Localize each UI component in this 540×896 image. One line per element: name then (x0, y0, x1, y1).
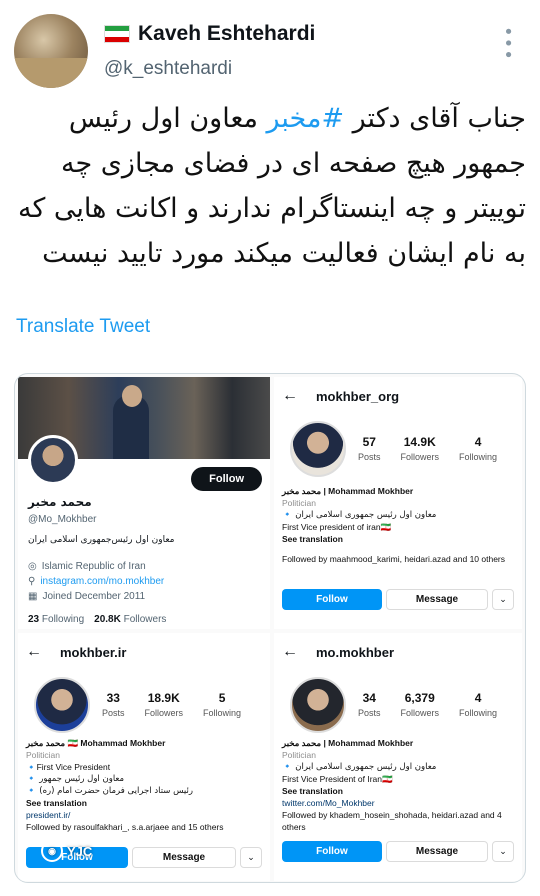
ig-username: mokhber.ir (60, 644, 127, 660)
link-icon: ⚲ (28, 576, 36, 587)
ig-header: ← mo.mokhber (282, 643, 394, 661)
ig-avatar (290, 677, 346, 733)
profile-link: ⚲ instagram.com/mo.mokhber (28, 576, 165, 587)
ig-header: ← mokhber_org (282, 387, 399, 405)
profile-bio: معاون اول رئیس‌جمهوری اسلامی ایران (28, 535, 175, 545)
more-vertical-icon[interactable]: ••• (497, 26, 518, 61)
profile-counts: 23 Following 20.8K Followers (28, 614, 167, 625)
ig-follow-button: Follow (282, 841, 382, 862)
profile-name: محمد مخبر (28, 495, 92, 509)
ig-avatar (34, 677, 90, 733)
author-avatar[interactable] (14, 14, 88, 88)
ig-message-button: Message (386, 841, 488, 862)
location-icon: ◎ (28, 561, 37, 572)
hashtag-link[interactable]: #مخبر (267, 103, 345, 134)
ig-username: mo.mokhber (316, 644, 395, 660)
ig-actions: Follow Message ⌄ (282, 841, 514, 862)
back-arrow-icon: ← (282, 643, 298, 660)
profile-avatar (28, 435, 78, 485)
ig-stats: 57 Posts 14.9K Followers 4 Following (358, 435, 498, 462)
ig-username: mokhber_org (316, 388, 400, 404)
follow-button: Follow (191, 467, 262, 491)
ig-stats: 33 Posts 18.9K Followers 5 Following (102, 691, 242, 718)
ig-header: ← mokhber.ir (26, 643, 126, 661)
twitter-profile-screenshot: Follow محمد مخبر @Mo_Mokhber معاون اول ر… (18, 377, 270, 629)
chevron-down-icon: ⌄ (492, 841, 514, 862)
tweet-text: جناب آقای دکتر #مخبر معاون اول رئیس جمهو… (17, 103, 526, 269)
calendar-icon: ▦ (28, 591, 38, 602)
back-arrow-icon: ← (26, 643, 42, 660)
yjc-watermark-logo: ◉ YJC (41, 840, 92, 862)
chevron-down-icon: ⌄ (492, 589, 514, 610)
instagram-profile-screenshot: ← mo.mokhber 34 Posts 6,379 Followers 4 Fol… (274, 633, 522, 881)
ig-message-button: Message (386, 589, 488, 610)
chevron-down-icon: ⌄ (240, 847, 262, 868)
ig-bio: محمد مخبر | Mohammad Mokhber Politician … (282, 486, 506, 564)
profile-handle: @Mo_Mokhber (28, 514, 97, 525)
profile-location: ◎ Islamic Republic of Iran (28, 561, 146, 572)
ig-avatar (290, 421, 346, 477)
ig-bio: محمد مخبر | Mohammad Mokhber Politician … (282, 738, 502, 832)
instagram-profile-screenshot: ← mokhber_org 57 Posts 14.9K Followers 4 Fo… (274, 377, 522, 629)
tweet-media-image[interactable]: Follow محمد مخبر @Mo_Mokhber معاون اول ر… (14, 373, 526, 883)
ig-stats: 34 Posts 6,379 Followers 4 Following (358, 691, 498, 718)
ig-bio: محمد مخبر 🇮🇷 Mohammad Mokhber Politician… (26, 738, 224, 832)
author-handle[interactable]: @k_eshtehardi (104, 58, 232, 80)
profile-joined: ▦ Joined December 2011 (28, 591, 146, 602)
back-arrow-icon: ← (282, 387, 298, 404)
author-name[interactable]: Kaveh Eshtehardi (138, 22, 315, 46)
ig-message-button: Message (132, 847, 236, 868)
yjc-logo-icon: ◉ (41, 840, 63, 862)
translate-tweet-link[interactable]: Translate Tweet (16, 316, 150, 338)
ig-actions: Follow Message ⌄ (282, 589, 514, 610)
author-line: Kaveh Eshtehardi (104, 22, 315, 46)
ig-follow-button: Follow (282, 589, 382, 610)
iran-flag-icon (104, 25, 130, 43)
